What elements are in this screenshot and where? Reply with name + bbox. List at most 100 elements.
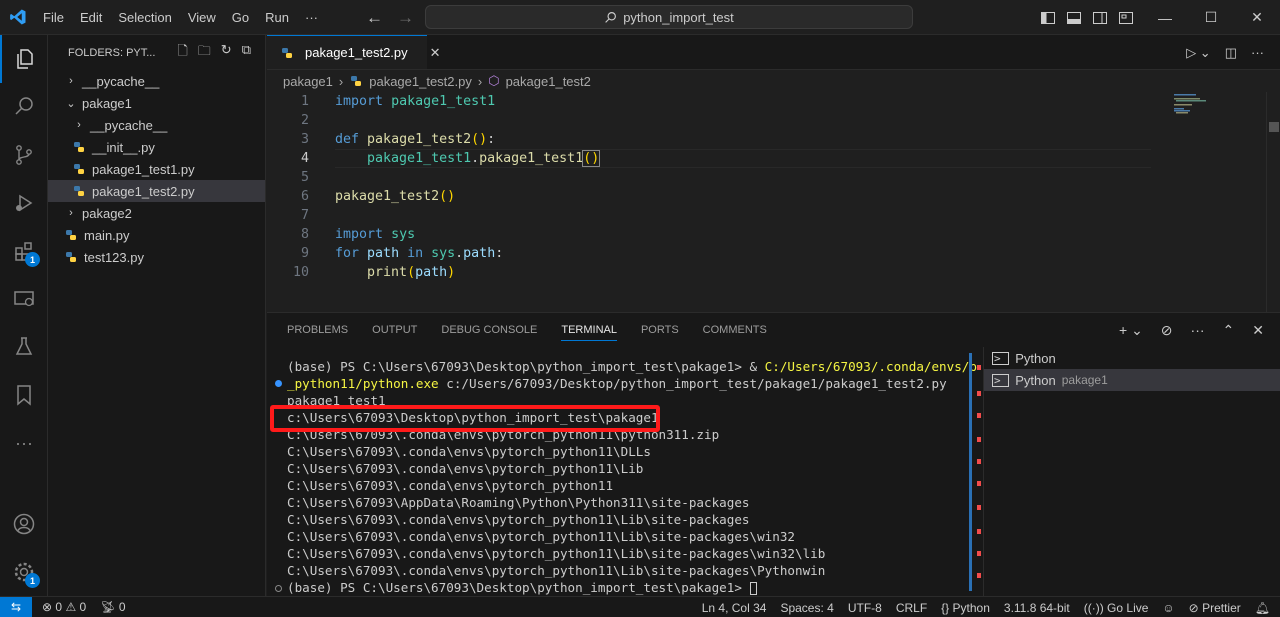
run-debug-icon[interactable] [0, 179, 48, 227]
terminal-scrollbar[interactable] [969, 353, 972, 591]
line-number: 7 [300, 208, 309, 223]
terminal-output[interactable]: (base) PS C:\Users\67093\Desktop\python_… [267, 351, 977, 597]
tree-file-pakage1-test2[interactable]: pakage1_test2.py [48, 180, 265, 202]
close-window-icon[interactable]: ✕ [1234, 0, 1280, 35]
terminal-item-cwd: pakage1 [1061, 373, 1108, 387]
tree-folder-pakage2[interactable]: › pakage2 [48, 202, 265, 224]
account-icon[interactable] [0, 500, 48, 548]
terminal-overview-markers [977, 351, 981, 597]
minimize-icon[interactable]: — [1142, 0, 1188, 35]
breadcrumb-folder[interactable]: pakage1 [283, 74, 333, 89]
terminal-line: C:\Users\67093\.conda\envs\pytorch_pytho… [287, 512, 750, 527]
tree-file-test123[interactable]: test123.py [48, 246, 265, 268]
tree-folder-pycache-nested[interactable]: › __pycache__ [48, 114, 265, 136]
close-tab-icon[interactable]: ✕ [430, 45, 441, 61]
source-control-icon[interactable] [0, 131, 48, 179]
python-file-icon [72, 141, 86, 153]
testing-flask-icon[interactable] [0, 323, 48, 371]
tree-folder-pakage1[interactable]: ⌄ pakage1 [48, 92, 265, 114]
new-folder-icon[interactable]: 🗀 [198, 42, 211, 64]
more-views-icon[interactable]: ··· [0, 419, 48, 467]
chevron-right-icon: › [338, 73, 344, 89]
notifications-bell-icon[interactable]: 🔔︎ [1255, 601, 1270, 615]
tree-file-main[interactable]: main.py [48, 224, 265, 246]
encoding[interactable]: UTF-8 [848, 601, 882, 615]
cursor-position[interactable]: Ln 4, Col 34 [702, 601, 767, 615]
forward-arrow-icon[interactable]: → [397, 8, 414, 28]
new-file-icon[interactable]: 🗋 [177, 42, 187, 64]
tree-file-init[interactable]: __init__.py [48, 136, 265, 158]
collapse-all-icon[interactable]: ⧉ [242, 42, 251, 64]
ports-indicator[interactable]: 📡︎ 0 [100, 600, 125, 614]
menu-run[interactable]: Run [257, 0, 297, 35]
line-ending[interactable]: CRLF [896, 601, 927, 615]
bookmark-icon[interactable] [0, 371, 48, 419]
chevron-down-icon: ⌄ [66, 97, 76, 110]
terminal-item-python[interactable]: >_ Python [984, 347, 1280, 369]
search-sidebar-icon[interactable] [0, 83, 48, 131]
tab-debug-console[interactable]: DEBUG CONSOLE [441, 313, 537, 347]
tab-terminal[interactable]: TERMINAL [561, 313, 617, 347]
menu-file[interactable]: File [35, 0, 72, 35]
red-highlight-annotation [270, 405, 660, 432]
tab-output[interactable]: OUTPUT [372, 313, 417, 347]
menu-selection[interactable]: Selection [110, 0, 179, 35]
go-live[interactable]: ((·)) Go Live [1084, 601, 1149, 615]
breadcrumb-symbol[interactable]: pakage1_test2 [506, 74, 591, 89]
tab-ports[interactable]: PORTS [641, 313, 679, 347]
terminal-list: >_ Python >_ Python pakage1 [983, 347, 1280, 597]
broadcast-icon: 📡︎ [100, 600, 116, 614]
more-actions-icon[interactable]: ··· [1251, 45, 1264, 60]
toggle-sidebar-icon[interactable] [1040, 10, 1056, 26]
remote-explorer-icon[interactable] [0, 275, 48, 323]
menu-edit[interactable]: Edit [72, 0, 110, 35]
menu-view[interactable]: View [180, 0, 224, 35]
tree-folder-pycache[interactable]: › __pycache__ [48, 70, 265, 92]
back-arrow-icon[interactable]: ← [366, 8, 383, 28]
toggle-panel-icon[interactable] [1066, 10, 1082, 26]
python-file-icon [64, 251, 78, 263]
customize-layout-icon[interactable] [1118, 10, 1134, 26]
menu-more[interactable]: ··· [297, 0, 326, 35]
maximize-icon[interactable]: ☐ [1188, 0, 1234, 35]
scrollbar-thumb[interactable] [1269, 122, 1279, 132]
code-line: 7 [267, 206, 1147, 225]
extensions-icon[interactable]: 1 [0, 227, 48, 275]
settings-gear-icon[interactable]: 1 [0, 548, 48, 596]
explorer-icon[interactable] [0, 35, 48, 83]
breadcrumb-file[interactable]: pakage1_test2.py [369, 74, 472, 89]
remote-indicator-icon[interactable]: ⇆ [0, 596, 32, 617]
problems-indicator[interactable]: ⊗ 0 ⚠ 0 [42, 600, 86, 614]
run-python-icon[interactable]: ▷ ⌄ [1186, 45, 1211, 61]
kill-terminal-icon[interactable]: ⊘ [1161, 322, 1173, 339]
terminal-line: (base) PS C:\Users\67093\Desktop\python_… [287, 579, 757, 596]
tab-problems[interactable]: PROBLEMS [287, 313, 348, 347]
new-terminal-icon[interactable]: + ⌄ [1119, 322, 1143, 339]
tab-pakage1-test2[interactable]: pakage1_test2.py ✕ [267, 35, 441, 69]
language-mode[interactable]: {} Python [941, 601, 990, 615]
editor-scrollbar[interactable] [1266, 92, 1280, 312]
prettier[interactable]: ⊘ Prettier [1189, 601, 1241, 615]
toggle-secondary-sidebar-icon[interactable] [1092, 10, 1108, 26]
braces-icon: {} [941, 600, 950, 615]
indentation[interactable]: Spaces: 4 [780, 601, 833, 615]
copilot-icon[interactable]: ☺ [1162, 601, 1174, 615]
tree-file-pakage1-test1[interactable]: pakage1_test1.py [48, 158, 265, 180]
terminal-item-python-pakage1[interactable]: >_ Python pakage1 [984, 369, 1280, 391]
close-panel-icon[interactable]: ✕ [1252, 322, 1264, 339]
code-line: 5 [267, 168, 1147, 187]
python-file-icon [72, 185, 86, 197]
maximize-panel-icon[interactable]: ⌃ [1223, 322, 1235, 339]
command-center-search[interactable]: python_import_test [425, 5, 913, 29]
split-editor-icon[interactable]: ◫ [1225, 45, 1237, 61]
refresh-icon[interactable]: ↻ [221, 42, 232, 64]
more-actions-icon[interactable]: ··· [1191, 322, 1205, 338]
python-interpreter[interactable]: 3.11.8 64-bit [1004, 601, 1070, 615]
menu-go[interactable]: Go [224, 0, 257, 35]
minimap[interactable] [1162, 92, 1262, 132]
terminal-icon: >_ [992, 351, 1010, 365]
tab-comments[interactable]: COMMENTS [703, 313, 767, 347]
code-line: 4 pakage1_test1.pakage1_test1() [267, 149, 1147, 168]
title-bar: File Edit Selection View Go Run ··· ← → … [0, 0, 1280, 35]
python-file-icon [349, 75, 363, 87]
